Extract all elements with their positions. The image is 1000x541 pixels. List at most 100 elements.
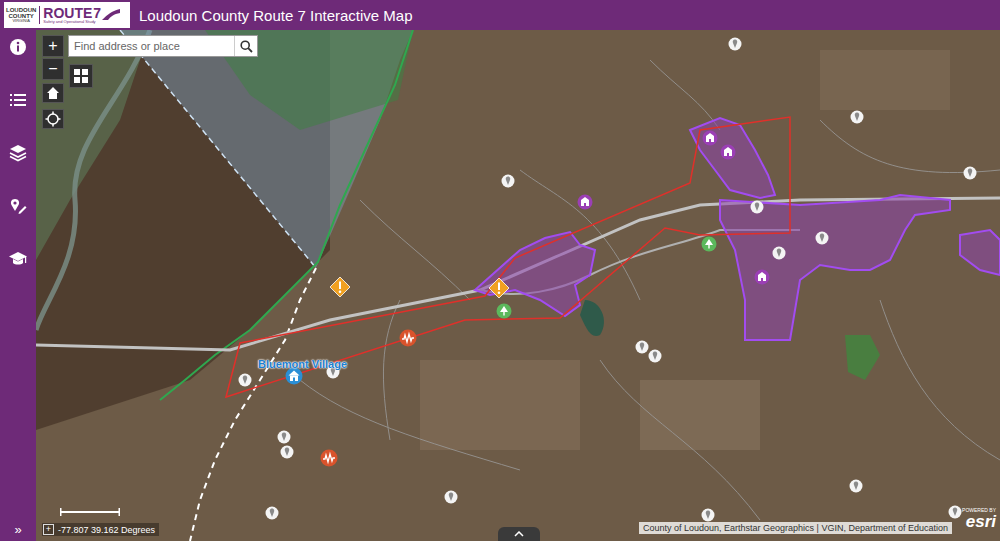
- landmark-pin-icon: [280, 445, 294, 459]
- sidebar-item[interactable]: [7, 249, 29, 269]
- landmark-pin-icon: [815, 231, 829, 245]
- map-marker[interactable]: [720, 144, 736, 160]
- school-icon: [702, 130, 718, 146]
- home-icon: [46, 86, 60, 100]
- map-marker[interactable]: [701, 508, 715, 522]
- chevron-up-icon: [514, 531, 524, 537]
- map-marker[interactable]: [277, 430, 291, 444]
- study-area: [226, 117, 790, 397]
- map-marker[interactable]: [577, 194, 593, 210]
- hazard-icon: [329, 276, 351, 298]
- map-marker[interactable]: [488, 277, 510, 299]
- landmark-pin-icon: [501, 174, 515, 188]
- bottom-panel-toggle[interactable]: [498, 527, 540, 541]
- list-icon: [9, 91, 27, 109]
- logo-state: VIRGINIA: [12, 19, 30, 23]
- map-canvas: [36, 30, 1000, 541]
- town-boundaries: [475, 118, 1000, 340]
- coordinates: -77.807 39.162 Degrees: [58, 525, 155, 535]
- map-marker[interactable]: [265, 506, 279, 520]
- trail: [190, 268, 316, 541]
- crash-icon: [399, 329, 417, 347]
- school-icon: [720, 144, 736, 160]
- place-label: Bluemont Village: [258, 358, 347, 370]
- app-title: Loudoun County Route 7 Interactive Map: [139, 7, 413, 24]
- map-marker[interactable]: [496, 303, 512, 319]
- hazard-icon: [488, 277, 510, 299]
- expand-button[interactable]: »: [14, 523, 21, 536]
- search-input[interactable]: [69, 36, 234, 56]
- coordinate-display: + -77.807 39.162 Degrees: [42, 523, 159, 536]
- field: [420, 360, 580, 450]
- map-marker[interactable]: [772, 246, 786, 260]
- search-button[interactable]: [234, 36, 257, 56]
- landmark-pin-icon: [849, 479, 863, 493]
- map-ground: [36, 30, 1000, 541]
- school-icon: [577, 194, 593, 210]
- coordinate-toggle[interactable]: +: [43, 524, 54, 535]
- app: LOUDOUNCOUNTYVIRGINIAROUTE7Safety and Op…: [0, 0, 1000, 541]
- map-marker[interactable]: [702, 130, 718, 146]
- map-marker[interactable]: [320, 449, 338, 467]
- map-marker[interactable]: [238, 373, 252, 387]
- scale-bar: [60, 508, 120, 516]
- area-boundary: [120, 30, 316, 268]
- logo-route-title: ROUTE7: [43, 6, 120, 20]
- map[interactable]: Bluemont Village+−+-77.807 39.162 Degree…: [36, 30, 1000, 541]
- map-marker[interactable]: [849, 479, 863, 493]
- logo-route: ROUTE7Safety and Operational Study: [39, 6, 120, 24]
- road-icon: [102, 8, 120, 20]
- pin-edit-icon: [9, 197, 27, 215]
- map-marker[interactable]: [648, 349, 662, 363]
- basemap-gallery-button[interactable]: [69, 64, 93, 88]
- map-marker[interactable]: [444, 490, 458, 504]
- graduation-cap-icon: [8, 250, 28, 268]
- map-marker[interactable]: [963, 166, 977, 180]
- school-icon: [754, 269, 770, 285]
- logo-route-word: ROUTE: [43, 6, 92, 20]
- locate-button[interactable]: [42, 109, 64, 129]
- map-marker[interactable]: [728, 37, 742, 51]
- park-icon: [496, 303, 512, 319]
- landmark-pin-icon: [238, 373, 252, 387]
- map-marker[interactable]: [701, 236, 717, 252]
- sidebar-item[interactable]: [7, 90, 29, 110]
- logo-subtitle: Safety and Operational Study: [43, 20, 120, 24]
- zoom-control: +−: [42, 35, 64, 80]
- map-marker[interactable]: [501, 174, 515, 188]
- landmark-pin-icon: [728, 37, 742, 51]
- map-marker[interactable]: [948, 505, 962, 519]
- map-marker[interactable]: [815, 231, 829, 245]
- map-marker[interactable]: [280, 445, 294, 459]
- crash-icon: [320, 449, 338, 467]
- map-marker[interactable]: [850, 110, 864, 124]
- field: [640, 380, 760, 450]
- home-button[interactable]: [42, 83, 64, 103]
- header-bar: LOUDOUNCOUNTYVIRGINIAROUTE7Safety and Op…: [0, 0, 1000, 30]
- sidebar-item[interactable]: [7, 143, 29, 163]
- sidebar-item[interactable]: [7, 37, 29, 57]
- locate-icon: [45, 111, 61, 127]
- sidebar-item[interactable]: [7, 196, 29, 216]
- main: »Bluemont Village+−+-77.807 39.162 Degre…: [0, 30, 1000, 541]
- zoom-out-button[interactable]: −: [42, 58, 64, 80]
- attribution: County of Loudoun, Earthstar Geographics…: [639, 522, 952, 534]
- local-roads: [300, 60, 1000, 520]
- landmark-pin-icon: [265, 506, 279, 520]
- landmark-pin-icon: [635, 340, 649, 354]
- zoom-in-button[interactable]: +: [42, 35, 64, 57]
- landmark-pin-icon: [963, 166, 977, 180]
- grid-icon: [74, 69, 88, 83]
- map-marker[interactable]: [329, 276, 351, 298]
- landmark-pin-icon: [948, 505, 962, 519]
- logo-county: LOUDOUNCOUNTYVIRGINIA: [6, 7, 36, 23]
- map-marker[interactable]: [750, 200, 764, 214]
- map-marker[interactable]: [399, 329, 417, 347]
- map-marker[interactable]: [635, 340, 649, 354]
- park-area: [845, 335, 880, 380]
- river: [36, 30, 150, 330]
- esri-brand: esri: [966, 513, 996, 530]
- logo[interactable]: LOUDOUNCOUNTYVIRGINIAROUTE7Safety and Op…: [4, 2, 130, 28]
- map-marker[interactable]: [754, 269, 770, 285]
- landmark-pin-icon: [648, 349, 662, 363]
